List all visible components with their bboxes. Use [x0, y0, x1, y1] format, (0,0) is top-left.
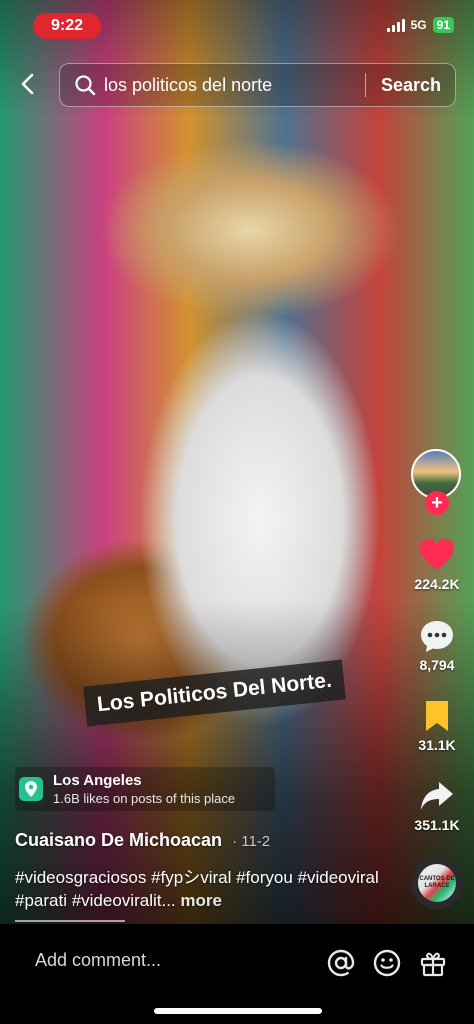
location-chip[interactable]: Los Angeles 1.6B likes on posts of this …: [15, 767, 275, 811]
video-caption-text: Los Politicos Del Norte.: [83, 659, 346, 727]
home-indicator: [154, 1008, 322, 1014]
battery-level: 91: [436, 18, 450, 32]
share-count: 351.1K: [414, 817, 460, 833]
mention-button[interactable]: [326, 948, 356, 978]
gift-button[interactable]: [418, 948, 448, 978]
comment-icon: [421, 621, 453, 652]
follow-button[interactable]: +: [425, 491, 449, 515]
status-time: 9:22: [33, 13, 101, 39]
music-disc[interactable]: CANTOS DE LARACE: [411, 857, 463, 909]
location-name: Los Angeles: [53, 772, 142, 789]
author-row: Cuaisano De Michoacan · 11-2: [15, 830, 270, 851]
music-disc-label: CANTOS DE LARACE: [419, 876, 455, 889]
signal-icon: [386, 18, 405, 32]
status-indicators: 5G 91: [386, 17, 454, 33]
network-label: 5G: [410, 18, 427, 32]
post-description[interactable]: #videosgraciosos #fypシviral #foryou #vid…: [15, 866, 390, 912]
author-name[interactable]: Cuaisano De Michoacan: [15, 830, 222, 851]
comment-button[interactable]: 8,794: [402, 619, 472, 673]
back-button[interactable]: [14, 70, 40, 98]
location-text: Los Angeles 1.6B likes on posts of this …: [53, 772, 235, 806]
like-count: 224.2K: [414, 576, 460, 592]
search-input[interactable]: los politicos del norte: [104, 75, 365, 96]
music-disc-cover: CANTOS DE LARACE: [418, 864, 456, 902]
heart-icon: [420, 539, 454, 570]
emoji-button[interactable]: [372, 948, 402, 978]
like-button[interactable]: 224.2K: [402, 538, 472, 592]
at-icon: [327, 949, 355, 977]
save-button[interactable]: 31.1K: [402, 699, 472, 753]
post-date: · 11-2: [232, 833, 271, 850]
search-button[interactable]: Search: [366, 75, 455, 96]
comment-input[interactable]: Add comment...: [35, 950, 161, 971]
comment-count: 8,794: [419, 657, 455, 673]
save-count: 31.1K: [418, 737, 456, 753]
more-link[interactable]: more: [180, 891, 222, 910]
chevron-left-icon: [21, 73, 34, 95]
screen: 9:22 5G 91 los politicos del norte Searc…: [0, 0, 474, 1024]
status-time-text: 9:22: [50, 17, 84, 34]
location-subtitle: 1.6B likes on posts of this place: [53, 791, 236, 806]
smiley-icon: [373, 949, 401, 977]
battery-icon: 91: [432, 17, 454, 33]
plus-icon: +: [431, 492, 443, 514]
search-icon: [75, 75, 96, 96]
gift-icon: [420, 952, 446, 977]
search-bar[interactable]: los politicos del norte Search: [59, 63, 456, 107]
bookmark-icon: [426, 701, 448, 731]
share-button[interactable]: 351.1K: [402, 779, 472, 833]
location-pin-icon: [19, 777, 43, 801]
video-progress-bar[interactable]: [15, 920, 125, 922]
share-icon: [421, 782, 453, 810]
